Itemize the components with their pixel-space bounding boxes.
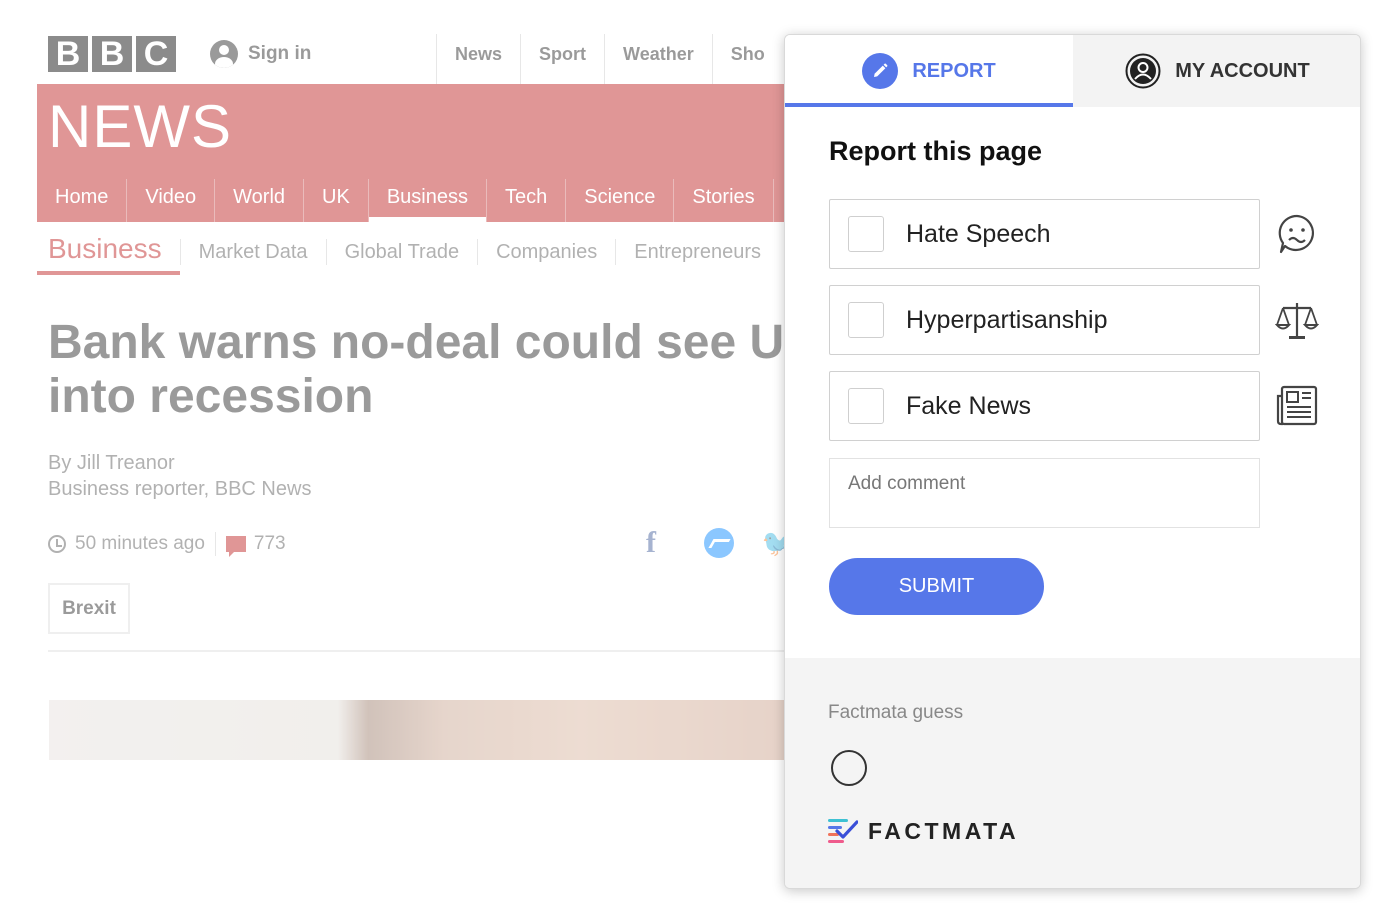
news-nav-item[interactable]: Stories [674, 179, 774, 222]
news-wordmark[interactable]: NEWS [48, 92, 232, 161]
logo-letter: C [136, 36, 176, 72]
divider [214, 532, 216, 556]
news-nav: Home Video World UK Business Tech Scienc… [37, 179, 774, 222]
user-icon [210, 40, 238, 68]
sign-in-label: Sign in [248, 43, 312, 64]
factmata-mark-icon [828, 819, 858, 843]
option-label: Fake News [906, 391, 1032, 420]
subnav-item[interactable]: Market Data [179, 239, 326, 265]
facebook-icon[interactable]: f [640, 526, 662, 559]
article-byline: By Jill Treanor Business reporter, BBC N… [48, 450, 311, 502]
news-nav-item[interactable]: Video [127, 179, 216, 222]
worried-face-icon [1278, 214, 1314, 254]
top-nav-item[interactable]: News [436, 34, 520, 84]
comment-input[interactable] [829, 458, 1260, 528]
news-nav-item[interactable]: Science [566, 179, 675, 222]
tab-report-label: REPORT [912, 59, 996, 82]
bbc-masthead: B B C Sign in News Sport Weather Sho [37, 34, 797, 84]
news-nav-item[interactable]: Home [37, 179, 128, 222]
factmata-logo: FACTMATA [828, 817, 1019, 845]
comment-count[interactable]: 773 [254, 533, 286, 555]
news-nav-item[interactable]: UK [304, 179, 369, 222]
top-nav-item[interactable]: Sport [520, 34, 604, 84]
news-nav-item[interactable]: Tech [487, 179, 567, 222]
screen: B B C Sign in News Sport Weather Sho NEW… [0, 0, 1397, 913]
bbc-logo[interactable]: B B C [48, 36, 176, 72]
account-icon [1125, 53, 1161, 89]
article-headline: Bank warns no-deal could see U into rece… [48, 316, 785, 423]
topic-tag[interactable]: Brexit [48, 583, 130, 634]
scales-icon [1275, 303, 1319, 339]
top-nav: News Sport Weather Sho [436, 34, 783, 84]
logo-letter: B [92, 36, 132, 72]
author-role: Business reporter, BBC News [48, 478, 312, 500]
messenger-icon[interactable] [704, 528, 734, 558]
report-title: Report this page [829, 136, 1043, 166]
comments-icon[interactable] [225, 536, 246, 557]
top-nav-item[interactable]: Weather [604, 34, 712, 84]
factmata-guess-panel: Factmata guess FACTMATA [785, 658, 1360, 888]
popup-tabs: REPORT MY ACCOUNT [785, 35, 1360, 107]
article-meta: 50 minutes ago 773 [48, 532, 286, 557]
news-nav-item-active[interactable]: Business [368, 179, 487, 222]
subnav-item[interactable]: Global Trade [325, 239, 478, 265]
loading-spinner-icon [831, 750, 867, 786]
author-name: By Jill Treanor [48, 452, 175, 474]
option-hate-speech[interactable]: Hate Speech [829, 199, 1260, 269]
newspaper-icon [1276, 385, 1318, 426]
subnav-item[interactable]: Companies [477, 239, 615, 265]
subnav-item[interactable]: Entrepreneurs [615, 239, 779, 265]
top-nav-item[interactable]: Sho [711, 34, 783, 84]
article-image [49, 700, 809, 760]
tab-my-account[interactable]: MY ACCOUNT [1073, 35, 1360, 107]
divider [48, 650, 808, 652]
news-banner: NEWS Home Video World UK Business Tech S… [37, 84, 797, 222]
news-nav-item[interactable]: World [215, 179, 305, 222]
submit-button[interactable]: SUBMIT [829, 558, 1044, 615]
subnav-section-title[interactable]: Business [37, 229, 180, 275]
tab-report[interactable]: REPORT [785, 35, 1073, 107]
hate-speech-checkbox[interactable] [848, 216, 884, 252]
option-label: Hate Speech [906, 219, 1051, 248]
hyperpartisanship-checkbox[interactable] [848, 302, 884, 338]
pencil-icon [862, 53, 899, 89]
guess-label: Factmata guess [828, 702, 964, 723]
article-timestamp: 50 minutes ago [75, 533, 205, 554]
logo-letter: B [48, 36, 88, 72]
brand-name: FACTMATA [868, 817, 1020, 844]
fake-news-checkbox[interactable] [848, 388, 884, 424]
option-hyperpartisanship[interactable]: Hyperpartisanship [829, 285, 1260, 355]
factmata-popup: REPORT MY ACCOUNT Report this page Hate … [784, 34, 1361, 889]
section-subnav: Business Market Data Global Trade Compan… [37, 228, 779, 276]
option-label: Hyperpartisanship [906, 305, 1108, 334]
option-fake-news[interactable]: Fake News [829, 371, 1260, 441]
clock-icon [48, 535, 66, 553]
sign-in-link[interactable]: Sign in [210, 40, 311, 68]
tab-account-label: MY ACCOUNT [1175, 59, 1310, 82]
